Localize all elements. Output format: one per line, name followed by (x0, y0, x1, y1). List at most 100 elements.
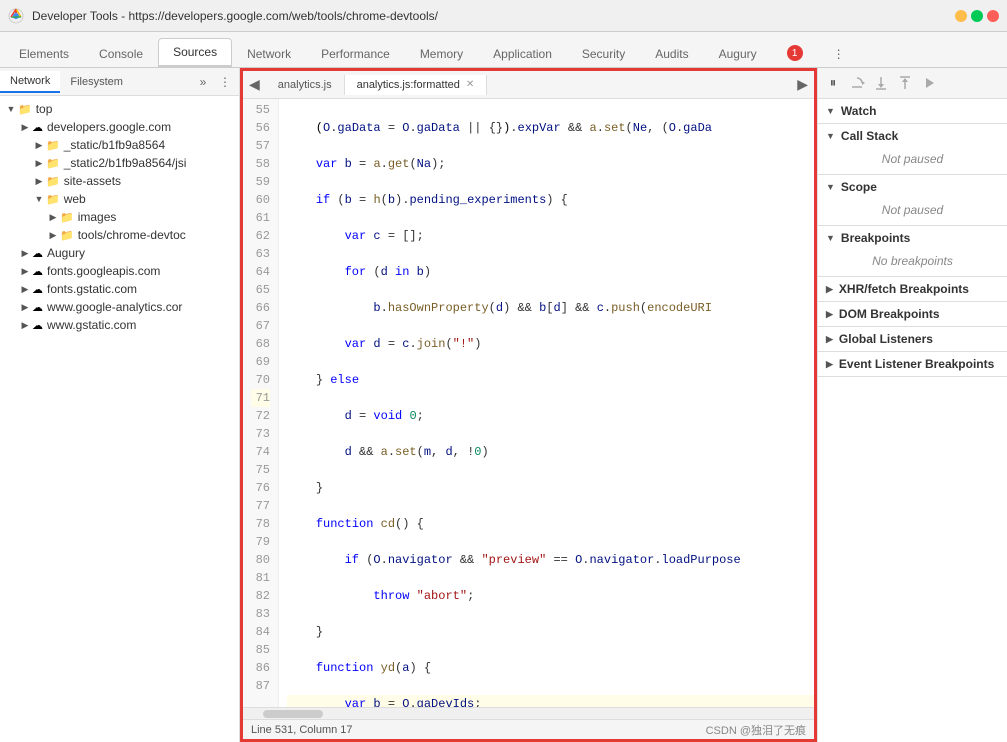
tab-more[interactable]: ⋮ (818, 40, 860, 67)
cloud-icon-fonts-google: ☁ (32, 265, 43, 278)
folder-icon-images: 📁 (60, 211, 74, 224)
tab-network[interactable]: Network (232, 40, 306, 67)
code-line: for (d in b) (287, 263, 814, 281)
code-line: if (O.navigator && "preview" == O.naviga… (287, 551, 814, 569)
code-content[interactable]: (O.gaData = O.gaData || {}).expVar && a.… (279, 99, 814, 707)
error-count-badge: 1 (787, 45, 803, 61)
watch-header[interactable]: ▼ Watch (818, 99, 1007, 123)
tab-sources[interactable]: Sources (158, 38, 232, 67)
minimize-button[interactable] (955, 10, 967, 22)
horizontal-scrollbar[interactable] (243, 707, 814, 719)
event-listener-header[interactable]: ▶ Event Listener Breakpoints (818, 352, 1007, 376)
tree-item-web[interactable]: ▼ 📁 web (0, 190, 239, 208)
main-layout: Network Filesystem » ⋮ ▼ 📁 top ▶ ☁ devel… (0, 68, 1007, 742)
call-stack-section: ▼ Call Stack Not paused (818, 124, 1007, 175)
step-over-icon (849, 75, 865, 91)
cloud-icon-google-analytics: ☁ (32, 301, 43, 314)
breakpoints-label: Breakpoints (841, 231, 910, 245)
tree-item-google-analytics[interactable]: ▶ ☁ www.google-analytics.cor (0, 298, 239, 316)
dom-breakpoints-header[interactable]: ▶ DOM Breakpoints (818, 302, 1007, 326)
window-title: Developer Tools - https://developers.goo… (32, 9, 955, 23)
step-out-button[interactable] (894, 72, 916, 94)
window-controls (955, 10, 999, 22)
code-line: b.hasOwnProperty(d) && b[d] && c.push(en… (287, 299, 814, 317)
line-numbers: 5556575859 6061626364 6566676869 7071727… (243, 99, 279, 707)
right-panel: ⏸ (817, 68, 1007, 742)
resume-button[interactable] (918, 72, 940, 94)
breakpoints-header[interactable]: ▼ Breakpoints (818, 226, 1007, 250)
folder-icon-web: 📁 (46, 193, 60, 206)
scope-arrow: ▼ (826, 182, 835, 192)
close-button[interactable] (987, 10, 999, 22)
tab-elements[interactable]: Elements (4, 40, 84, 67)
tab-memory[interactable]: Memory (405, 40, 478, 67)
scrollbar-thumb[interactable] (263, 710, 323, 718)
scope-header[interactable]: ▼ Scope (818, 175, 1007, 199)
tree-item-fonts-gstatic[interactable]: ▶ ☁ fonts.gstatic.com (0, 280, 239, 298)
code-line: } (287, 479, 814, 497)
sidebar-icons: » ⋮ (193, 72, 239, 92)
tree-item-static1[interactable]: ▶ 📁 _static/b1fb9a8564 (0, 136, 239, 154)
tree-arrow-site-assets: ▶ (32, 176, 46, 187)
tree-item-tools[interactable]: ▶ 📁 tools/chrome-devtoc (0, 226, 239, 244)
sidebar-tabs: Network Filesystem » ⋮ (0, 68, 239, 96)
tree-item-top[interactable]: ▼ 📁 top (0, 100, 239, 118)
step-into-button[interactable] (870, 72, 892, 94)
code-nav-forward[interactable]: ▶ (791, 74, 814, 95)
tab-augury[interactable]: Augury (704, 40, 772, 67)
sidebar-tab-filesystem[interactable]: Filesystem (60, 72, 133, 92)
tab-audits[interactable]: Audits (640, 40, 703, 67)
code-line: var c = []; (287, 227, 814, 245)
step-over-button[interactable] (846, 72, 868, 94)
tree-item-images[interactable]: ▶ 📁 images (0, 208, 239, 226)
code-panel: ◀ analytics.js analytics.js:formatted ✕ … (240, 68, 817, 742)
tree-arrow-developers: ▶ (18, 122, 32, 133)
code-nav-back[interactable]: ◀ (243, 74, 266, 95)
folder-icon: 📁 (18, 103, 32, 116)
pause-button[interactable]: ⏸ (822, 72, 844, 94)
cloud-icon-augury: ☁ (32, 247, 43, 260)
tree-label-developers: developers.google.com (47, 120, 171, 134)
tab-performance[interactable]: Performance (306, 40, 405, 67)
watch-label: Watch (841, 104, 877, 118)
tree-arrow-gstatic: ▶ (18, 320, 32, 331)
tree-item-augury[interactable]: ▶ ☁ Augury (0, 244, 239, 262)
global-listeners-label: Global Listeners (839, 332, 933, 346)
tab-application[interactable]: Application (478, 40, 567, 67)
tab-security[interactable]: Security (567, 40, 640, 67)
code-tab-analytics-formatted[interactable]: analytics.js:formatted ✕ (345, 75, 488, 95)
code-line: } else (287, 371, 814, 389)
code-area[interactable]: 5556575859 6061626364 6566676869 7071727… (243, 99, 814, 707)
tab-error-badge[interactable]: 1 (772, 38, 818, 67)
xhr-breakpoints-label: XHR/fetch Breakpoints (839, 282, 969, 296)
call-stack-header[interactable]: ▼ Call Stack (818, 124, 1007, 148)
cursor-position: Line 531, Column 17 (251, 724, 353, 736)
sidebar-tab-network[interactable]: Network (0, 71, 60, 93)
code-line: function yd(a) { (287, 659, 814, 677)
xhr-arrow: ▶ (826, 284, 833, 295)
tree-arrow-tools: ▶ (46, 230, 60, 241)
sidebar-menu-icon[interactable]: ⋮ (215, 72, 235, 92)
tree-arrow-top: ▼ (4, 104, 18, 114)
tree-label-augury: Augury (47, 246, 85, 260)
global-listeners-header[interactable]: ▶ Global Listeners (818, 327, 1007, 351)
tree-item-gstatic[interactable]: ▶ ☁ www.gstatic.com (0, 316, 239, 334)
folder-icon-site-assets: 📁 (46, 175, 60, 188)
code-tab-analytics[interactable]: analytics.js (266, 75, 345, 95)
code-tab-close[interactable]: ✕ (466, 79, 474, 90)
xhr-breakpoints-section: ▶ XHR/fetch Breakpoints (818, 277, 1007, 302)
tab-console[interactable]: Console (84, 40, 158, 67)
tree-item-developers[interactable]: ▶ ☁ developers.google.com (0, 118, 239, 136)
status-bar: Line 531, Column 17 CSDN @独泪了无痕 (243, 719, 814, 739)
step-out-icon (897, 75, 913, 91)
tree-label-web: web (64, 192, 86, 206)
watch-section: ▼ Watch (818, 99, 1007, 124)
tree-arrow-images: ▶ (46, 212, 60, 223)
sidebar-more-icon[interactable]: » (193, 72, 213, 92)
xhr-breakpoints-header[interactable]: ▶ XHR/fetch Breakpoints (818, 277, 1007, 301)
tree-item-site-assets[interactable]: ▶ 📁 site-assets (0, 172, 239, 190)
tree-item-static2[interactable]: ▶ 📁 _static2/b1fb9a8564/jsi (0, 154, 239, 172)
maximize-button[interactable] (971, 10, 983, 22)
tree-item-fonts-google[interactable]: ▶ ☁ fonts.googleapis.com (0, 262, 239, 280)
tree-arrow-fonts-gstatic: ▶ (18, 284, 32, 295)
